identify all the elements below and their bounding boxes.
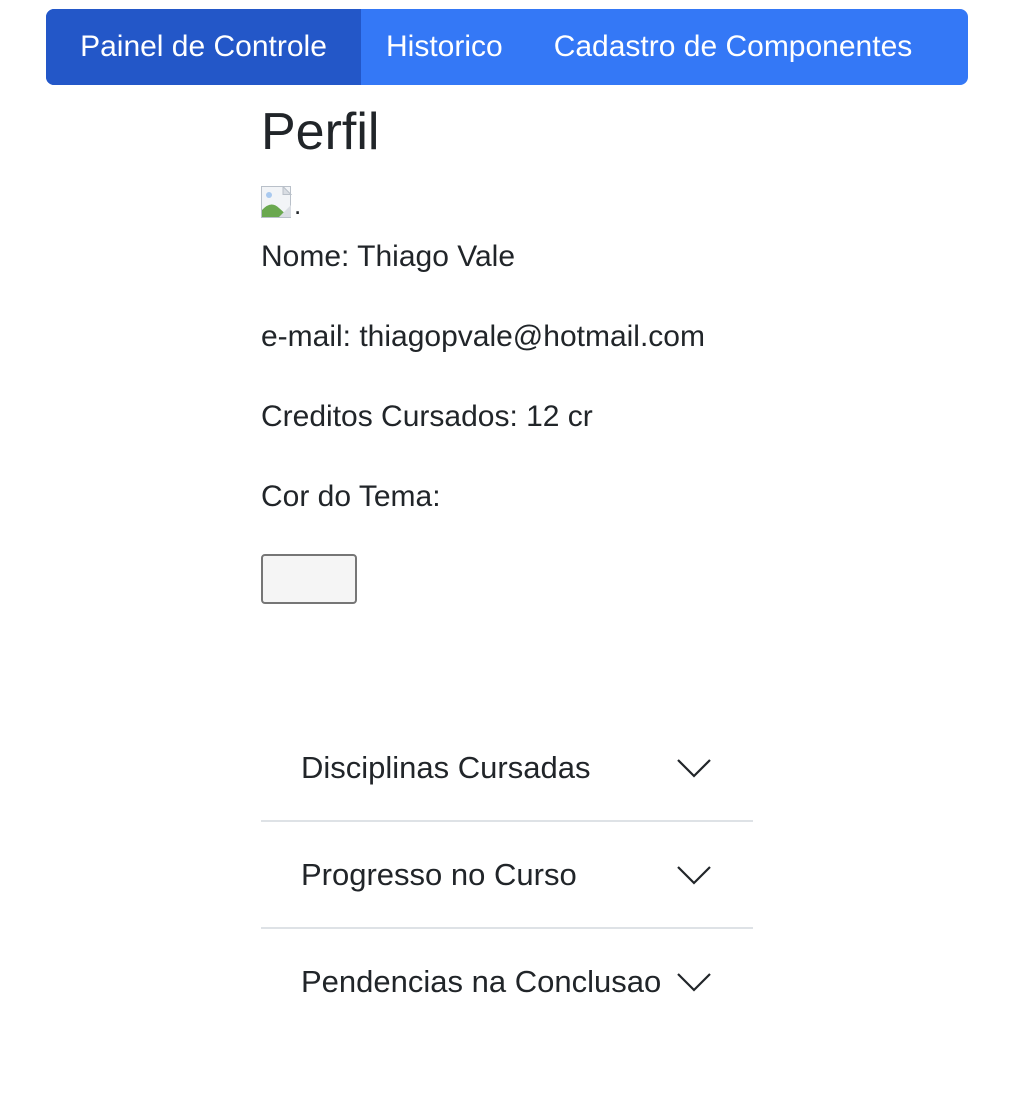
avatar-alt-text: . [294, 190, 302, 220]
accordion-item-pendencias-na-conclusao[interactable]: Pendencias na Conclusao [261, 927, 753, 1034]
accordion-item-label: Pendencias na Conclusao [301, 963, 662, 999]
profile-credits: Creditos Cursados: 12 cr [261, 400, 593, 433]
accordion-item-label: Progresso no Curso [301, 856, 577, 892]
nav-item-label: Cadastro de Componentes [553, 30, 913, 63]
top-navbar: Painel de Controle Historico Cadastro de… [46, 9, 968, 85]
page-title: Perfil [261, 103, 380, 161]
nav-item-historico[interactable]: Historico [361, 9, 528, 85]
profile-section: Perfil . Nome: Thiago Vale e-mail: thiag… [261, 100, 761, 604]
nav-item-cadastro-de-componentes[interactable]: Cadastro de Componentes [528, 9, 939, 85]
chevron-down-icon [677, 865, 711, 885]
accordion-item-disciplinas-cursadas[interactable]: Disciplinas Cursadas [261, 715, 753, 820]
nav-item-painel-de-controle[interactable]: Painel de Controle [46, 9, 361, 85]
accordion-item-label: Disciplinas Cursadas [301, 749, 591, 785]
nav-item-label: Painel de Controle [80, 30, 327, 63]
chevron-down-icon [677, 972, 711, 992]
profile-email: e-mail: thiagopvale@hotmail.com [261, 320, 705, 353]
nav-item-label: Historico [386, 30, 503, 63]
theme-color-label: Cor do Tema: [261, 480, 441, 513]
profile-name: Nome: Thiago Vale [261, 240, 516, 273]
theme-color-picker[interactable] [261, 554, 357, 604]
accordion: Disciplinas Cursadas Progresso no Curso … [261, 715, 753, 1034]
chevron-down-icon [677, 758, 711, 778]
accordion-item-progresso-no-curso[interactable]: Progresso no Curso [261, 820, 753, 927]
avatar: . [261, 186, 301, 218]
